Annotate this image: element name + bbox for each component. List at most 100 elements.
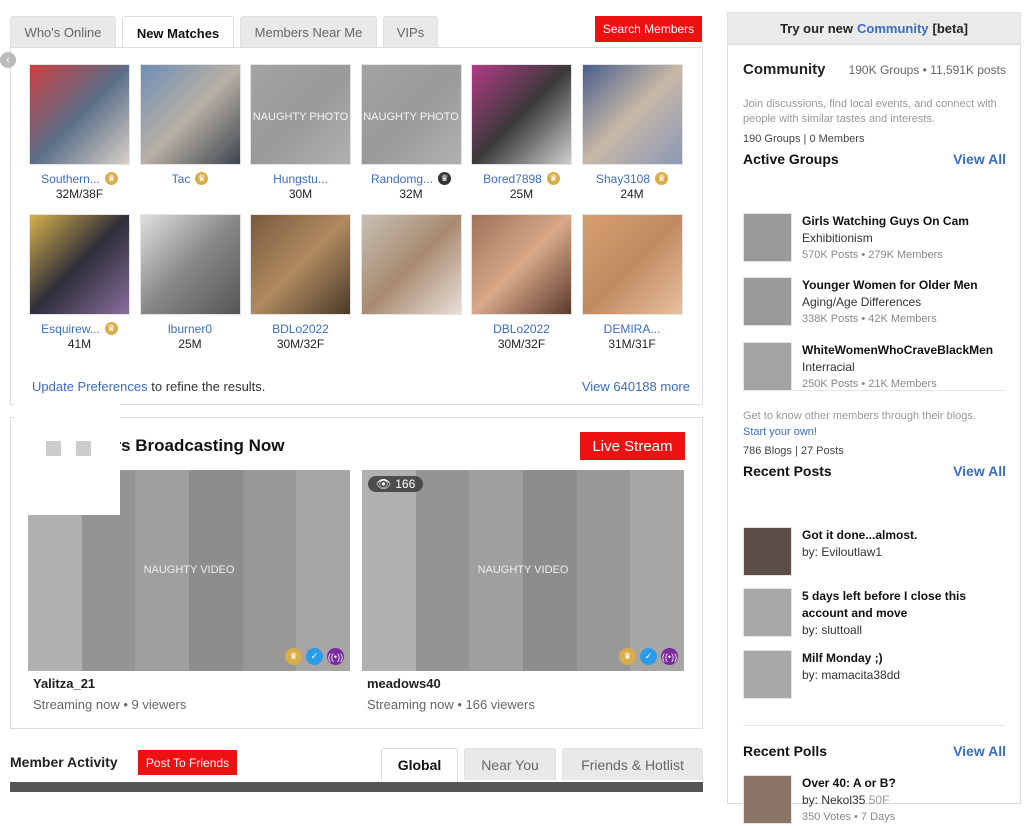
post-to-friends-button[interactable]: Post To Friends <box>138 750 237 775</box>
post-item[interactable]: Milf Monday ;) by: mamacita38dd <box>743 650 900 699</box>
post-author[interactable]: by: sluttoall <box>802 622 982 639</box>
member-photo[interactable] <box>139 214 241 315</box>
group-title[interactable]: Younger Women for Older Men <box>802 277 978 294</box>
post-title[interactable]: Got it done...almost. <box>802 527 917 544</box>
post-title[interactable]: 5 days left before I close this account … <box>802 588 982 622</box>
poll-thumbnail <box>743 775 792 824</box>
match-card[interactable]: BDLo2022 30M/32F <box>250 214 351 351</box>
tab-whos-online[interactable]: Who's Online <box>10 16 116 48</box>
member-photo[interactable] <box>139 64 241 165</box>
member-name-link[interactable]: Shay3108 <box>596 172 650 186</box>
group-item[interactable]: Girls Watching Guys On Cam Exhibitionism 5… <box>743 213 969 264</box>
member-photo[interactable] <box>581 214 683 315</box>
pixel-tile <box>81 510 136 551</box>
streamer-name[interactable]: Yalitza_21 <box>33 676 350 691</box>
member-name-link[interactable]: DEMIRA... <box>604 322 661 336</box>
groups-view-all-link[interactable]: View All <box>953 151 1006 167</box>
member-name-link[interactable]: Esquirew... <box>41 322 100 336</box>
activity-title: Member Activity <box>10 754 118 770</box>
tab-vips[interactable]: VIPs <box>383 16 438 48</box>
pixel-tile <box>242 510 297 551</box>
poll-author[interactable]: by: Nekol35 <box>802 793 865 807</box>
pixel-tile <box>576 470 631 511</box>
member-name-link[interactable]: lburner0 <box>168 322 212 336</box>
post-item[interactable]: Got it done...almost. by: Eviloutlaw1 <box>743 527 917 576</box>
update-preferences-text: to refine the results. <box>147 379 266 394</box>
carousel-prev-icon[interactable]: ‹ <box>0 52 16 68</box>
group-item[interactable]: WhiteWomenWhoCraveBlackMen Interracial 250… <box>743 342 993 393</box>
recent-polls-title: Recent Polls <box>743 743 828 759</box>
group-thumbnail <box>743 342 792 391</box>
poll-item[interactable]: Over 40: A or B? by: Nekol35 50F 350 Votes… <box>743 775 896 826</box>
member-name-link[interactable]: DBLo2022 <box>493 322 550 336</box>
match-card[interactable]: NAUGHTY PHOTO Hungstu... 30M <box>250 64 351 201</box>
posts-view-all-link[interactable]: View All <box>953 463 1006 479</box>
match-card[interactable]: NAUGHTY PHOTO Randomg... ♛ 32M <box>360 64 462 201</box>
match-card[interactable]: Tac ♛ <box>139 64 241 187</box>
member-name-row: Bored7898 ♛ <box>471 171 572 186</box>
match-card[interactable]: Esquirew... ♛ 41M <box>29 214 130 351</box>
member-name-link[interactable]: Southern... <box>41 172 100 186</box>
match-card[interactable]: lburner0 25M <box>139 214 241 351</box>
update-preferences-link[interactable]: Update Preferences <box>32 379 148 394</box>
member-photo[interactable] <box>360 214 462 315</box>
post-author[interactable]: by: mamacita38dd <box>802 667 900 684</box>
member-photo[interactable] <box>29 64 130 165</box>
member-photo[interactable]: NAUGHTY PHOTO <box>250 64 351 165</box>
poll-title[interactable]: Over 40: A or B? <box>802 775 896 792</box>
member-age: 31M/31F <box>608 337 656 351</box>
blogs-description: Get to know other members through their … <box>743 410 976 422</box>
pixel-tile <box>362 630 416 671</box>
search-members-button[interactable]: Search Members <box>595 16 702 42</box>
community-counts: 190 Groups | 0 Members <box>743 133 865 145</box>
stream-card[interactable]: 👁 166 NAUGHTY VIDEO ♛ ✓ ((•)) meadows40 S… <box>362 470 684 712</box>
match-card[interactable]: Shay3108 ♛ 24M <box>581 64 683 201</box>
group-title[interactable]: Girls Watching Guys On Cam <box>802 213 969 230</box>
group-category: Exhibitionism <box>802 231 873 245</box>
polls-view-all-link[interactable]: View All <box>953 743 1006 759</box>
member-photo[interactable] <box>471 214 572 315</box>
group-title[interactable]: WhiteWomenWhoCraveBlackMen <box>802 342 993 359</box>
member-name-link[interactable]: Hungstu... <box>273 172 328 186</box>
member-photo[interactable] <box>581 64 683 165</box>
member-name-row: BDLo2022 <box>250 321 351 336</box>
member-age: 30M <box>288 187 313 201</box>
pixel-tile <box>296 590 350 631</box>
tab-global[interactable]: Global <box>381 748 458 781</box>
member-name-row: DBLo2022 <box>471 321 572 336</box>
crown-icon: ♛ <box>655 172 669 185</box>
member-photo[interactable]: NAUGHTY PHOTO <box>360 64 462 165</box>
match-card[interactable]: DEMIRA... 31M/31F <box>581 214 683 351</box>
crown-icon: ♛ <box>104 322 118 335</box>
member-name-link[interactable]: Tac <box>172 172 191 186</box>
post-item[interactable]: 5 days left before I close this account … <box>743 588 982 639</box>
view-more-link[interactable]: View 640188 more <box>582 379 690 394</box>
member-photo[interactable] <box>471 64 572 165</box>
match-card[interactable] <box>360 214 462 337</box>
member-photo[interactable] <box>250 214 351 315</box>
tab-new-matches[interactable]: New Matches <box>122 16 234 49</box>
poll-stats: 350 Votes • 7 Days <box>802 811 896 823</box>
match-card[interactable]: DBLo2022 30M/32F <box>471 214 572 351</box>
stream-video[interactable]: 👁 166 NAUGHTY VIDEO ♛ ✓ ((•)) <box>362 470 684 671</box>
start-blog-link[interactable]: Start your own! <box>743 426 817 438</box>
community-link[interactable]: Community <box>857 21 929 36</box>
group-item[interactable]: Younger Women for Older Men Aging/Age Dif… <box>743 277 978 328</box>
member-name-link[interactable]: BDLo2022 <box>272 322 329 336</box>
streamer-name[interactable]: meadows40 <box>367 676 684 691</box>
stream-badges: ♛ ✓ ((•)) <box>285 648 344 665</box>
post-title[interactable]: Milf Monday ;) <box>802 650 900 667</box>
match-card[interactable]: Southern... ♛ 32M/38F <box>29 64 130 201</box>
tab-members-near-me[interactable]: Members Near Me <box>240 16 377 48</box>
member-name-link[interactable]: Randomg... <box>371 172 433 186</box>
tab-friends-hotlist[interactable]: Friends & Hotlist <box>562 748 703 780</box>
verified-icon: ✓ <box>306 648 323 665</box>
member-photo[interactable] <box>29 214 130 315</box>
crown-icon: ♛ <box>285 648 302 665</box>
member-name-link[interactable]: Bored7898 <box>483 172 542 186</box>
group-silhouette-icon <box>743 277 792 326</box>
tab-near-you[interactable]: Near You <box>464 748 556 780</box>
live-stream-button[interactable]: Live Stream <box>580 432 685 460</box>
post-author[interactable]: by: Eviloutlaw1 <box>802 544 917 561</box>
match-card[interactable]: Bored7898 ♛ 25M <box>471 64 572 201</box>
